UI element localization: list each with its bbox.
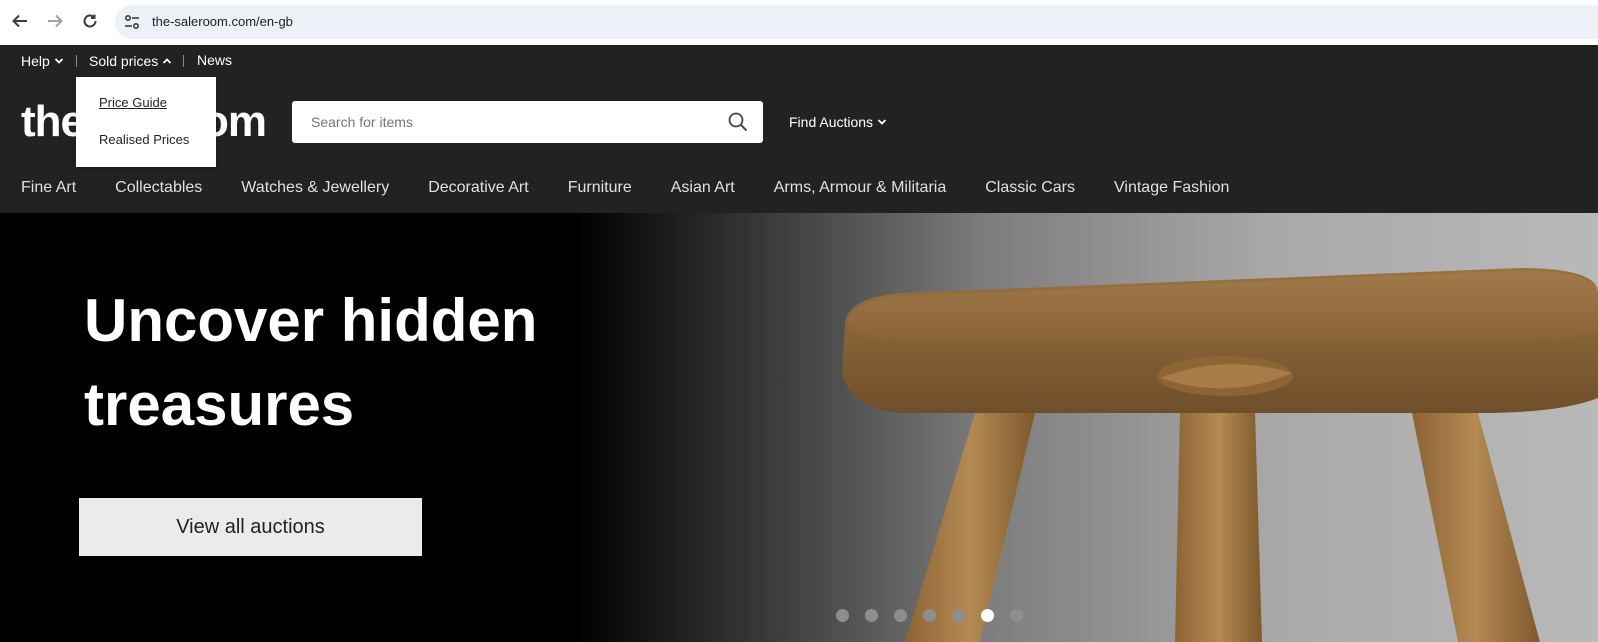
sold-prices-menu[interactable]: Sold prices bbox=[89, 53, 172, 69]
news-label: News bbox=[197, 52, 233, 68]
site-header: Help Sold prices News theom Find Auction… bbox=[0, 45, 1598, 213]
category-classic-cars[interactable]: Classic Cars bbox=[985, 179, 1075, 197]
chevron-down-icon bbox=[54, 58, 63, 64]
carousel-dots bbox=[836, 609, 1023, 622]
sold-prices-label: Sold prices bbox=[89, 53, 159, 69]
category-asian-art[interactable]: Asian Art bbox=[671, 179, 735, 197]
chevron-up-icon bbox=[163, 58, 172, 64]
category-watches-jewellery[interactable]: Watches & Jewellery bbox=[241, 179, 389, 197]
browser-toolbar: the-saleroom.com/en-gb bbox=[0, 0, 1598, 45]
help-label: Help bbox=[21, 53, 50, 69]
category-arms-armour-militaria[interactable]: Arms, Armour & Militaria bbox=[774, 179, 946, 197]
hero-banner: Uncover hidden treasures View all auctio… bbox=[0, 213, 1598, 642]
carousel-dot-1[interactable] bbox=[836, 609, 849, 622]
carousel-dot-3[interactable] bbox=[894, 609, 907, 622]
hero-title-line1: Uncover hidden bbox=[84, 287, 538, 354]
url-text: the-saleroom.com/en-gb bbox=[152, 14, 293, 29]
reload-icon[interactable] bbox=[79, 10, 101, 32]
logo-text-start: the bbox=[21, 97, 85, 146]
category-decorative-art[interactable]: Decorative Art bbox=[428, 179, 528, 197]
chevron-down-icon bbox=[877, 119, 887, 125]
carousel-dot-6[interactable] bbox=[981, 609, 994, 622]
forward-arrow-icon[interactable] bbox=[44, 10, 66, 32]
category-nav: Fine Art Collectables Watches & Jeweller… bbox=[21, 179, 1268, 197]
view-all-auctions-button[interactable]: View all auctions bbox=[79, 498, 422, 556]
category-vintage-fashion[interactable]: Vintage Fashion bbox=[1114, 179, 1229, 197]
category-furniture[interactable]: Furniture bbox=[568, 179, 632, 197]
search-icon[interactable] bbox=[727, 111, 749, 133]
news-link[interactable]: News bbox=[197, 52, 232, 68]
find-auctions-label: Find Auctions bbox=[789, 114, 874, 130]
search-input[interactable] bbox=[292, 101, 712, 143]
hero-title: Uncover hidden treasures bbox=[84, 279, 644, 447]
search-bar bbox=[292, 101, 763, 143]
category-collectables[interactable]: Collectables bbox=[115, 179, 202, 197]
carousel-dot-7[interactable] bbox=[1010, 609, 1023, 622]
find-auctions-menu[interactable]: Find Auctions bbox=[789, 114, 887, 130]
realised-prices-link[interactable]: Realised Prices bbox=[99, 132, 189, 147]
sold-prices-dropdown: Price Guide Realised Prices bbox=[76, 77, 216, 167]
carousel-dot-2[interactable] bbox=[865, 609, 878, 622]
address-bar[interactable]: the-saleroom.com/en-gb bbox=[115, 5, 1598, 39]
carousel-dot-5[interactable] bbox=[952, 609, 965, 622]
hero-title-line2: treasures bbox=[84, 371, 355, 438]
site-settings-icon[interactable] bbox=[123, 13, 141, 31]
help-menu[interactable]: Help bbox=[21, 53, 64, 69]
price-guide-link[interactable]: Price Guide bbox=[99, 95, 167, 110]
divider bbox=[183, 55, 184, 67]
divider bbox=[76, 55, 77, 67]
category-fine-art[interactable]: Fine Art bbox=[21, 179, 76, 197]
carousel-dot-4[interactable] bbox=[923, 609, 936, 622]
back-arrow-icon[interactable] bbox=[9, 10, 31, 32]
